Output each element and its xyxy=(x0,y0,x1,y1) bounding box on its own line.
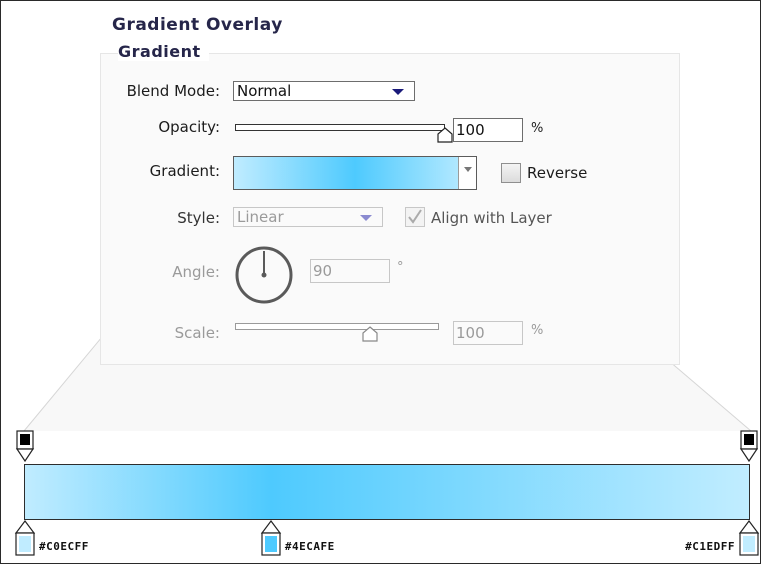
checkmark-icon xyxy=(408,209,422,224)
slider-thumb-icon[interactable] xyxy=(437,127,453,143)
align-with-layer-label: Align with Layer xyxy=(431,209,552,227)
opacity-label: Opacity: xyxy=(158,118,220,136)
scale-input[interactable]: 100 xyxy=(453,321,523,345)
angle-dial[interactable] xyxy=(232,243,296,307)
opacity-input[interactable]: 100 xyxy=(453,118,523,142)
blend-mode-label: Blend Mode: xyxy=(126,82,220,100)
style-label: Style: xyxy=(177,209,220,227)
gradient-editor-bar[interactable] xyxy=(24,464,750,520)
scale-slider[interactable] xyxy=(235,323,451,343)
style-select[interactable]: Linear xyxy=(233,207,383,227)
opacity-slider-track xyxy=(235,124,445,131)
panel-title: Gradient Overlay xyxy=(112,15,283,35)
scale-slider-track xyxy=(235,323,439,330)
gradient-picker[interactable] xyxy=(233,156,477,190)
angle-label: Angle: xyxy=(172,263,220,281)
chevron-down-icon xyxy=(392,89,404,95)
reverse-label: Reverse xyxy=(527,164,588,182)
align-with-layer-checkbox[interactable] xyxy=(405,207,425,227)
scale-unit: % xyxy=(531,323,544,338)
blend-mode-select[interactable]: Normal xyxy=(233,81,415,101)
angle-unit: ° xyxy=(397,260,404,275)
angle-input[interactable]: 90 xyxy=(310,259,390,283)
slider-thumb-icon[interactable] xyxy=(362,326,378,342)
opacity-slider[interactable] xyxy=(235,124,453,144)
group-title: Gradient xyxy=(118,42,209,61)
reverse-checkbox[interactable] xyxy=(501,163,521,183)
gradient-overlay-panel: Gradient Overlay Gradient Blend Mode: No… xyxy=(0,0,761,564)
gradient-dropdown-button[interactable] xyxy=(458,157,476,189)
style-value: Linear xyxy=(237,208,284,226)
scale-label: Scale: xyxy=(174,324,220,342)
blend-mode-value: Normal xyxy=(237,82,292,100)
gradient-label: Gradient: xyxy=(149,162,220,180)
chevron-down-icon xyxy=(360,215,372,221)
opacity-unit: % xyxy=(531,121,544,136)
